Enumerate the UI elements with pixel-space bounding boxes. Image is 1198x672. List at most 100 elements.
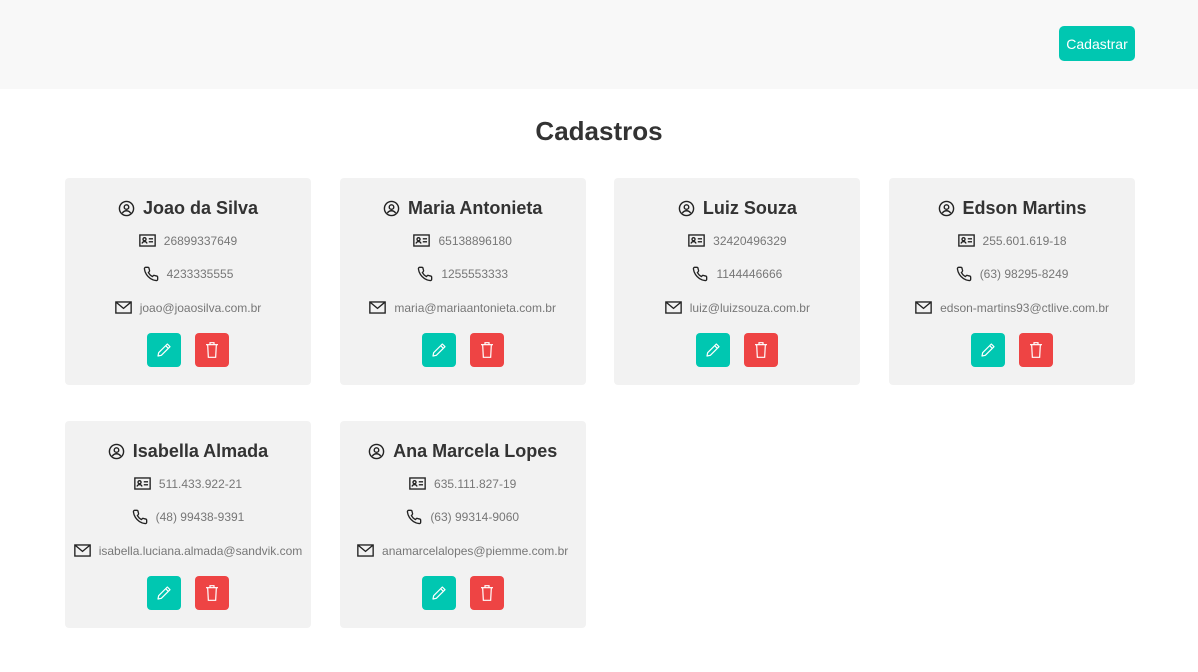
phone-icon [406, 509, 422, 525]
document-icon-row: 635.111.827-19 [409, 476, 516, 491]
contact-email: anamarcelalopes@piemme.com.br [382, 543, 569, 558]
document-icon-row: 511.433.922-21 [134, 476, 242, 491]
trash-icon [479, 341, 495, 359]
id-card-icon [957, 234, 975, 247]
mail-icon [357, 544, 374, 557]
contact-phone: (48) 99438-9391 [155, 509, 245, 524]
cadastrar-button[interactable]: Cadastrar [1059, 26, 1135, 61]
id-card-icon [688, 234, 705, 247]
pencil-icon [431, 342, 447, 358]
edit-button[interactable] [147, 333, 181, 367]
card-header: Edson Martins [938, 198, 1087, 219]
contact-email: maria@mariaantonieta.com.br [394, 300, 556, 315]
contact-phone: 1144446666 [716, 266, 783, 281]
trash-icon [204, 341, 220, 359]
user-circle-icon [108, 443, 125, 460]
user-circle-icon [938, 200, 955, 217]
contact-phone: (63) 98295-8249 [979, 266, 1069, 281]
delete-button[interactable] [195, 576, 229, 610]
user-circle-icon [118, 200, 135, 217]
pencil-icon [980, 342, 996, 358]
phone-row: 1255553333 [417, 266, 508, 281]
document-icon-row: 255.601.619-18 [957, 233, 1067, 248]
user-circle-icon [368, 443, 385, 460]
card-header: Luiz Souza [678, 198, 797, 219]
email-row: luiz@luizsouza.com.br [664, 300, 810, 315]
contact-email: isabella.luciana.almada@sandvik.com [98, 543, 303, 558]
pencil-icon [156, 342, 172, 358]
contact-document: 635.111.827-19 [434, 476, 517, 491]
edit-button[interactable] [421, 333, 456, 367]
id-card-icon [138, 234, 156, 247]
trash-icon [753, 341, 769, 359]
contact-card: Ana Marcela Lopes 635.111.827-19 (63) 9931… [339, 421, 586, 628]
phone-icon [692, 266, 708, 282]
contact-name: Ana Marcela Lopes [393, 441, 558, 461]
id-card-icon [134, 477, 151, 490]
email-row: anamarcelalopes@piemme.com.br [357, 543, 568, 558]
contact-name: Edson Martins [962, 198, 1087, 218]
phone-row: 1144446666 [692, 266, 782, 281]
edit-button[interactable] [421, 576, 456, 610]
id-card-icon [409, 477, 426, 490]
card-actions [421, 333, 504, 367]
phone-row: (63) 99314-9060 [406, 509, 519, 524]
contact-card: Edson Martins 255.601.619-18 (63) 98295-82… [889, 178, 1136, 385]
contact-card: Maria Antonieta 65138896180 1255553333 mari… [339, 178, 586, 385]
contact-phone: 4233335555 [166, 266, 234, 281]
mail-icon [73, 544, 91, 557]
card-header: Maria Antonieta [383, 198, 542, 219]
mail-icon [915, 301, 932, 314]
phone-row: (63) 98295-8249 [956, 266, 1069, 281]
user-circle-icon [383, 200, 400, 217]
contact-document: 32420496329 [713, 233, 787, 248]
trash-icon [479, 584, 495, 602]
card-actions [421, 576, 504, 610]
mail-icon [114, 301, 132, 314]
delete-button[interactable] [744, 333, 779, 367]
contact-document: 26899337649 [163, 233, 238, 248]
phone-icon [417, 266, 433, 282]
delete-button[interactable] [469, 576, 504, 610]
contact-document: 511.433.922-21 [158, 476, 243, 491]
edit-button[interactable] [147, 576, 181, 610]
id-card-icon [413, 234, 431, 247]
edit-button[interactable] [971, 333, 1006, 367]
email-row: edson-martins93@ctlive.com.br [915, 300, 1109, 315]
delete-button[interactable] [469, 333, 504, 367]
card-header: Isabella Almada [108, 441, 268, 462]
page-title: Cadastros [535, 116, 663, 146]
contact-phone: (63) 99314-9060 [430, 509, 520, 524]
phone-icon [132, 509, 148, 525]
mail-icon [369, 301, 387, 314]
phone-icon [143, 266, 159, 282]
contact-name: Maria Antonieta [408, 198, 543, 218]
pencil-icon [431, 585, 447, 601]
contact-name: Isabella Almada [132, 441, 269, 461]
card-actions [696, 333, 779, 367]
cards-grid: Joao da Silva 26899337649 4233335555 joao@j… [65, 178, 1136, 628]
document-icon-row: 32420496329 [688, 233, 787, 248]
contact-card: Isabella Almada 511.433.922-21 (48) 99438-… [65, 421, 311, 628]
contact-phone: 1255553333 [441, 266, 509, 281]
email-row: isabella.luciana.almada@sandvik.com [73, 543, 303, 558]
trash-icon [1028, 341, 1044, 359]
card-header: Ana Marcela Lopes [368, 441, 557, 462]
edit-button[interactable] [696, 333, 731, 367]
phone-row: (48) 99438-9391 [132, 509, 245, 525]
card-actions [147, 576, 229, 610]
trash-icon [204, 584, 220, 602]
contact-name: Joao da Silva [142, 198, 259, 218]
delete-button[interactable] [1019, 333, 1054, 367]
phone-row: 4233335555 [143, 266, 234, 282]
user-circle-icon [678, 200, 695, 217]
top-bar: Cadastrar [0, 0, 1198, 89]
contact-card: Joao da Silva 26899337649 4233335555 joao@j… [65, 178, 311, 385]
card-actions [147, 333, 229, 367]
contact-name: Luiz Souza [702, 198, 797, 218]
email-row: maria@mariaantonieta.com.br [369, 300, 556, 315]
pencil-icon [705, 342, 721, 358]
document-icon-row: 26899337649 [138, 233, 238, 248]
delete-button[interactable] [195, 333, 229, 367]
email-row: joao@joaosilva.com.br [114, 300, 261, 315]
